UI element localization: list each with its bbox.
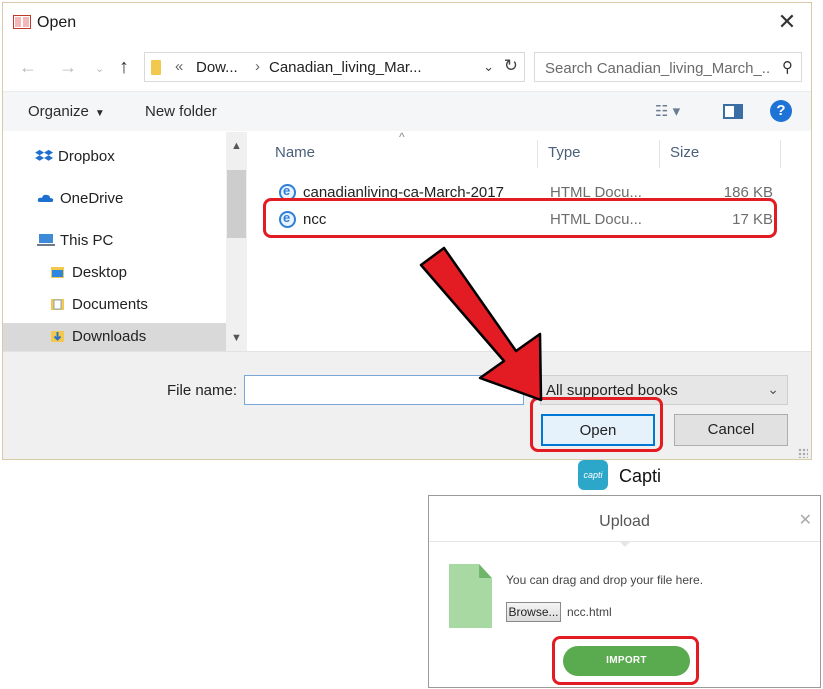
nav-item-label: Dropbox xyxy=(58,148,115,165)
desktop-folder-icon xyxy=(51,267,64,279)
capti-app-name: Capti xyxy=(619,466,662,486)
sort-ascending-icon: ^ xyxy=(399,130,405,144)
dialog-title: Open xyxy=(37,14,77,31)
file-list-pane: ^ Name Type Size canadianliving-ca-March… xyxy=(249,130,811,351)
file-name-label: File name: xyxy=(167,382,238,399)
view-options-icon[interactable]: ☷ ▾ xyxy=(655,102,680,120)
new-folder-button[interactable]: New folder xyxy=(145,103,217,120)
nav-item-documents[interactable]: Documents xyxy=(49,296,148,324)
organize-label: Organize xyxy=(28,103,89,120)
breadcrumb-downloads[interactable]: Dow... xyxy=(196,59,238,76)
document-icon xyxy=(449,564,492,628)
computer-icon xyxy=(37,234,55,247)
scrollbar-thumb[interactable] xyxy=(227,170,246,238)
capti-logo: capti xyxy=(578,460,608,490)
upload-title: Upload xyxy=(599,513,650,530)
nav-item-dropbox[interactable]: Dropbox xyxy=(35,148,115,176)
nav-item-label: Documents xyxy=(72,296,148,313)
column-header-size[interactable]: Size xyxy=(670,144,699,161)
nav-item-label: Desktop xyxy=(72,264,128,281)
organize-menu[interactable]: Organize ▼ xyxy=(28,103,105,120)
recent-dropdown-icon[interactable]: ⌄ xyxy=(95,57,104,81)
folder-icon xyxy=(151,60,161,75)
search-icon[interactable]: ⚲ xyxy=(782,58,793,76)
preview-pane-icon[interactable] xyxy=(723,104,743,119)
search-box[interactable]: ⚲ xyxy=(534,52,802,82)
cancel-button[interactable]: Cancel xyxy=(674,414,788,446)
nav-item-downloads[interactable]: Downloads xyxy=(3,323,226,351)
ncc-file-highlight xyxy=(263,198,777,238)
open-button-highlight xyxy=(530,397,663,452)
address-bar[interactable]: « Dow... › Canadian_living_Mar... ⌄ ↻ xyxy=(144,52,525,82)
chevron-down-icon: ⌄ xyxy=(767,381,779,397)
help-icon[interactable]: ? xyxy=(770,100,792,122)
selected-file-name: ncc.html xyxy=(567,605,612,619)
search-input[interactable] xyxy=(543,58,773,78)
forward-arrow-icon[interactable]: → xyxy=(59,55,77,79)
dialog-footer: File name: All supported books ⌄ Open Ca… xyxy=(3,351,811,459)
browse-button[interactable]: Browse... xyxy=(506,602,561,622)
caret-down-icon: ▼ xyxy=(94,108,105,119)
drag-drop-hint: You can drag and drop your file here. xyxy=(506,573,704,587)
column-header-type[interactable]: Type xyxy=(548,144,581,161)
column-divider[interactable] xyxy=(659,140,660,168)
overflow-chevron-icon[interactable]: « xyxy=(175,58,183,75)
breadcrumb-separator: › xyxy=(255,58,260,75)
title-bar: Open ✕ xyxy=(3,3,811,43)
breadcrumb-current-folder[interactable]: Canadian_living_Mar... xyxy=(269,59,422,76)
close-icon[interactable]: ✕ xyxy=(773,8,801,36)
back-arrow-icon[interactable]: ← xyxy=(19,55,37,79)
documents-folder-icon xyxy=(51,299,64,311)
up-arrow-icon[interactable]: ↑ xyxy=(119,55,129,79)
navigation-scrollbar[interactable]: ▲ ▼ xyxy=(226,132,247,351)
divider xyxy=(429,541,820,547)
scroll-up-icon[interactable]: ▲ xyxy=(231,140,242,152)
book-icon xyxy=(13,15,31,29)
address-dropdown-icon[interactable]: ⌄ xyxy=(483,59,494,75)
dropbox-icon xyxy=(35,149,53,161)
command-toolbar: Organize ▼ New folder ☷ ▾ ? xyxy=(3,91,811,131)
address-row: ← → ⌄ ↑ « Dow... › Canadian_living_Mar..… xyxy=(3,49,811,87)
nav-item-desktop[interactable]: Desktop xyxy=(49,264,127,292)
file-name-input[interactable] xyxy=(244,375,524,405)
scroll-down-icon[interactable]: ▼ xyxy=(231,332,242,344)
import-button-highlight xyxy=(552,636,699,685)
column-divider[interactable] xyxy=(537,140,538,168)
onedrive-icon xyxy=(37,194,54,203)
close-icon[interactable]: ✕ xyxy=(799,510,812,530)
resize-grip-icon[interactable] xyxy=(798,448,808,458)
refresh-icon[interactable]: ↻ xyxy=(504,56,518,76)
nav-item-label: OneDrive xyxy=(60,190,124,207)
nav-item-this-pc[interactable]: This PC xyxy=(37,232,113,260)
navigation-pane: Dropbox OneDrive This PC Desktop Documen… xyxy=(3,132,247,351)
downloads-folder-icon xyxy=(51,331,64,343)
column-header-name[interactable]: Name xyxy=(275,144,315,161)
nav-item-label: Downloads xyxy=(72,328,147,345)
nav-item-onedrive[interactable]: OneDrive xyxy=(37,190,123,218)
nav-item-label: This PC xyxy=(60,232,114,249)
column-divider[interactable] xyxy=(780,140,781,168)
